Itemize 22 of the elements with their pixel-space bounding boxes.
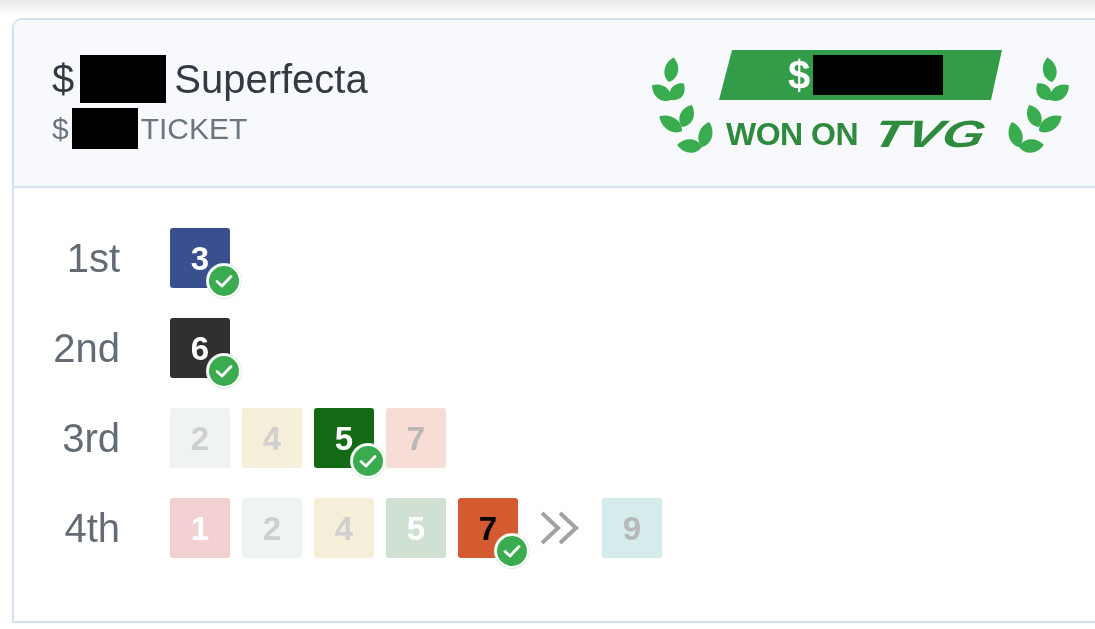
position-label: 1st [65,238,120,278]
prize-amount-text: $ [787,55,811,95]
redacted-block [71,108,138,149]
title-text: Superfecta [174,59,368,99]
check-icon [206,263,242,299]
runner-number: 6 [190,331,210,365]
position-label: 4th [63,508,120,548]
runner-number: 7 [406,421,426,455]
check-icon [206,353,242,389]
check-icon [350,443,386,479]
ticket-label: $ [52,113,69,144]
runner-number: 3 [190,241,210,275]
ticket-label: TICKET [140,113,248,144]
runner-number: 7 [478,511,498,545]
position-label: 3rd [61,418,120,458]
position-label: 2nd [52,328,120,368]
check-icon [494,533,530,569]
logo-wordmark: TVG [869,115,990,153]
title-text: $ [52,59,75,99]
runner-number: 5 [334,421,354,455]
double-chevron-icon [540,511,580,545]
won-on-text: WON ON [726,118,859,150]
